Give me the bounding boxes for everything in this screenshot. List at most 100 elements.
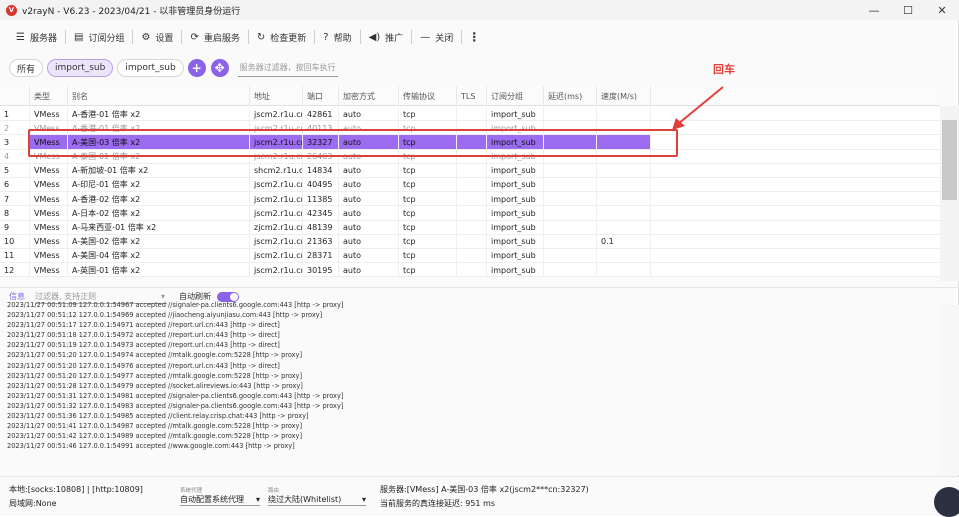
cell-speed (597, 177, 651, 192)
table-row[interactable]: 4 VMess A-泰国-01 倍率 x2 jscm2.r1u.cn 26463 auto… (0, 149, 940, 164)
check-update-menu[interactable]: ↻ 检查更新 (249, 26, 314, 48)
promotion-button[interactable]: ◀) 推广 (361, 26, 412, 48)
cell-latency (544, 263, 597, 277)
cell-security: auto (339, 107, 399, 121)
cell-row-number: 3 (0, 135, 30, 150)
table-row[interactable]: 8 VMess A-日本-02 倍率 x2 jscm2.r1u.cn 42345 auto… (0, 206, 940, 221)
cell-row-number: 10 (0, 234, 30, 249)
column-header-latency[interactable]: 延迟(ms) (544, 86, 597, 106)
promotion-label: 推广 (385, 33, 404, 44)
column-header-subscription[interactable]: 订阅分组 (487, 86, 544, 106)
cell-subscription: import_sub (487, 248, 544, 263)
settings-menu[interactable]: ⚙ 设置 (133, 26, 181, 48)
cell-alias: A-泰国-01 倍率 x2 (68, 149, 250, 164)
column-header-network[interactable]: 传输协议 (399, 86, 457, 106)
floating-assistant-icon[interactable] (934, 487, 959, 517)
restart-icon: ⟳ (190, 31, 199, 43)
cell-address: jscm2.r1u.cn (250, 107, 303, 121)
minus-icon: — (420, 31, 431, 43)
cell-row-number: 9 (0, 220, 30, 235)
cell-alias: A-马来西亚-01 倍率 x2 (68, 220, 250, 235)
cell-alias: A-印尼-01 倍率 x2 (68, 177, 250, 192)
column-header-row-number[interactable] (0, 86, 30, 106)
cell-subscription: import_sub (487, 206, 544, 221)
server-filter-input[interactable]: 服务器过滤器，按回车执行 (237, 59, 338, 77)
cell-network: tcp (399, 206, 457, 221)
column-header-type[interactable]: 类型 (30, 86, 68, 106)
cell-tls (457, 206, 487, 221)
log-line: 2023/11/27 00:51:19 127.0.0.1:54973 acce… (7, 341, 280, 350)
app-window: V v2rayN - V6.23 - 2023/04/21 - 以非管理员身份运… (0, 0, 959, 517)
cell-alias: A-香港-02 倍率 x2 (68, 192, 250, 207)
help-icon: ? (323, 31, 329, 43)
cell-speed (597, 192, 651, 207)
subscription-menu[interactable]: ▤ 订阅分组 (66, 26, 132, 48)
table-row[interactable]: 5VMessA-新加坡-01 倍率 x2shcm2.r1u.cn14834aut… (0, 163, 940, 178)
move-subscription-button[interactable]: ✥ (210, 59, 229, 77)
table-row[interactable]: 10 VMess A-美国-02 倍率 x2 jscm2.r1u.cn 21363 aut… (0, 234, 940, 249)
more-options-icon[interactable]: ⋮ (462, 26, 486, 48)
table-row[interactable]: 1 VMess A-香港-01 倍率 x2 jscm2.r1u.cn 42861 auto… (0, 107, 940, 122)
cell-address: shcm2.r1u.cn (250, 163, 303, 178)
filter-chip-import-sub-selected[interactable]: import_sub (47, 59, 114, 77)
main-toolbar: ☰ 服务器 ▤ 订阅分组 ⚙ 设置 ⟳ 重启服务 ↻ 检查更新 ? 帮助 ◀) 推广 — 关闭 … (0, 24, 959, 50)
subscription-icon: ▤ (73, 31, 84, 43)
cell-port: 14834 (303, 163, 339, 178)
routing-select[interactable]: 绕过大陆(Whitelist) ▾ (268, 493, 366, 506)
help-menu[interactable]: ? 帮助 (315, 26, 359, 48)
table-row[interactable]: 11 VMess A-美国-04 倍率 x2 jscm2.r1u.cn 28371 aut… (0, 248, 940, 264)
close-app-button[interactable]: — 关闭 (412, 26, 461, 48)
cell-security: auto (339, 149, 399, 164)
table-scrollbar-thumb[interactable] (942, 120, 957, 200)
subscription-filter-bar: 所有 import_sub import_sub + ✥ 服务器过滤器，按回车执… (0, 57, 959, 79)
column-header-address[interactable]: 地址 (250, 86, 303, 106)
table-row[interactable]: 12 VMess A-英国-01 倍率 x2 jscm2.r1u.cn 30195 aut… (0, 263, 940, 277)
cell-tls (457, 177, 487, 192)
cell-latency (544, 234, 597, 249)
add-subscription-button[interactable]: + (187, 59, 206, 77)
servers-menu[interactable]: ☰ 服务器 (8, 26, 65, 48)
table-row-selected[interactable]: 3 VMess A-美国-03 倍率 x2 jscm2.r1u.cn 32327 auto… (0, 135, 940, 150)
close-button[interactable]: ✕ (925, 0, 959, 20)
cell-security: auto (339, 177, 399, 192)
cell-speed (597, 206, 651, 221)
cell-speed (597, 263, 651, 277)
cell-port: 40495 (303, 177, 339, 192)
table-row[interactable]: 9 VMess A-马来西亚-01 倍率 x2 zjcm2.r1u.cn 48139 au… (0, 220, 940, 235)
log-line: 2023/11/27 00:51:20 127.0.0.1:54977 acce… (7, 371, 303, 380)
cell-speed (597, 121, 651, 136)
minimize-button[interactable]: — (857, 0, 891, 20)
cell-type: VMess (30, 107, 68, 121)
log-line: 2023/11/27 00:51:17 127.0.0.1:54971 acce… (7, 321, 280, 330)
cell-type: VMess (30, 121, 68, 136)
log-output: 2023/11/27 00:51:09 127.0.0.1:54967 acce… (7, 300, 937, 468)
cell-row-number: 11 (0, 248, 30, 263)
cell-speed (597, 149, 651, 164)
cell-tls (457, 248, 487, 263)
system-proxy-select[interactable]: 自动配置系统代理 ▾ (180, 493, 260, 506)
cell-speed: 0.1 (597, 234, 651, 249)
cell-subscription: import_sub (487, 234, 544, 249)
restart-service-button[interactable]: ⟳ 重启服务 (182, 26, 247, 48)
log-line: 2023/11/27 00:51:09 127.0.0.1:54967 acce… (7, 301, 344, 309)
filter-chip-import-sub[interactable]: import_sub (117, 59, 184, 77)
table-row[interactable]: 2 VMess A-香港-01 倍率 x2 jscm2.r1u.cn 40113 auto… (0, 121, 940, 136)
column-header-tls[interactable]: TLS (457, 86, 487, 106)
cell-address: jscm2.r1u.cn (250, 234, 303, 249)
cell-alias: A-美国-04 倍率 x2 (68, 248, 250, 263)
cell-port: 32327 (303, 135, 339, 150)
column-header-speed[interactable]: 速度(M/s) (597, 86, 651, 106)
column-header-alias[interactable]: 别名 (68, 86, 250, 106)
cell-subscription: import_sub (487, 220, 544, 235)
table-row[interactable]: 7 VMess A-香港-02 倍率 x2 jscm2.r1u.cn 11385 auto… (0, 192, 940, 207)
filter-chip-all[interactable]: 所有 (9, 59, 44, 77)
cell-network: tcp (399, 192, 457, 207)
maximize-button[interactable]: ☐ (891, 0, 925, 20)
column-header-security[interactable]: 加密方式 (339, 86, 399, 106)
cell-latency (544, 121, 597, 136)
log-scrollbar[interactable] (940, 305, 959, 475)
column-header-port[interactable]: 端口 (303, 86, 339, 106)
cell-subscription: import_sub (487, 192, 544, 207)
cell-row-number: 2 (0, 121, 30, 136)
table-row[interactable]: 6 VMess A-印尼-01 倍率 x2 jscm2.r1u.cn 40495 auto… (0, 177, 940, 193)
